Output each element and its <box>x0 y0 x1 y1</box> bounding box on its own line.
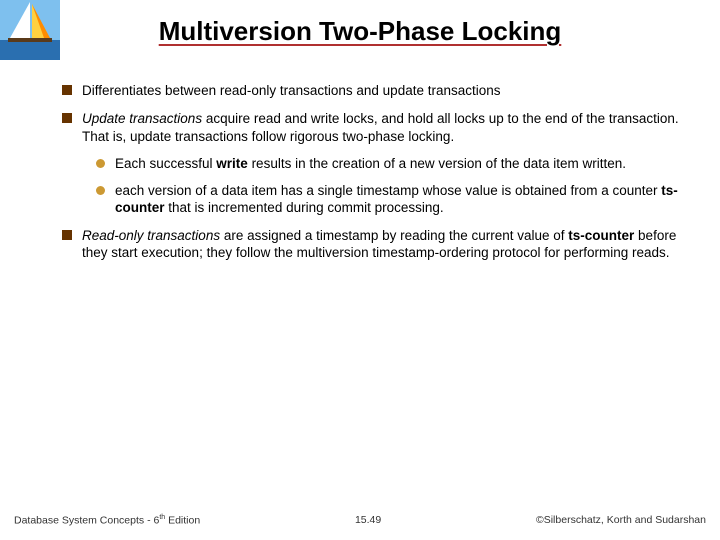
footer: Database System Concepts - 6th Edition 1… <box>0 514 720 527</box>
bullet-text: Update transactions acquire read and wri… <box>82 110 690 145</box>
bullet-dot-icon <box>96 186 105 195</box>
slide-title: Multiversion Two-Phase Locking <box>0 0 720 47</box>
sub-bullet-2: each version of a data item has a single… <box>96 182 690 217</box>
sub-bullets: Each successful write results in the cre… <box>96 155 690 217</box>
bullet-square-icon <box>62 85 72 95</box>
bullet-text: Read-only transactions are assigned a ti… <box>82 227 690 262</box>
text: each version of a data item has a single… <box>115 183 661 198</box>
logo-image <box>0 0 60 60</box>
text: results in the creation of a new version… <box>248 156 626 171</box>
bullet-2: Update transactions acquire read and wri… <box>62 110 690 145</box>
bold-text: write <box>216 156 248 171</box>
italic-text: Read-only transactions <box>82 228 220 243</box>
bullet-square-icon <box>62 230 72 240</box>
text: Edition <box>165 514 200 526</box>
bullet-text: Differentiates between read-only transac… <box>82 82 501 99</box>
bold-text: ts-counter <box>568 228 634 243</box>
slide-content: Differentiates between read-only transac… <box>62 82 690 261</box>
text: Each successful <box>115 156 216 171</box>
bullet-3: Read-only transactions are assigned a ti… <box>62 227 690 262</box>
italic-text: Update transactions <box>82 111 202 126</box>
footer-right: ©Silberschatz, Korth and Sudarshan <box>536 514 706 527</box>
footer-center: 15.49 <box>355 514 381 527</box>
footer-left: Database System Concepts - 6th Edition <box>14 514 200 527</box>
sub-bullet-1: Each successful write results in the cre… <box>96 155 690 172</box>
text: are assigned a timestamp by reading the … <box>220 228 568 243</box>
text: that is incremented during commit proces… <box>165 200 444 215</box>
bullet-dot-icon <box>96 159 105 168</box>
sub-bullet-text: each version of a data item has a single… <box>115 182 690 217</box>
sub-bullet-text: Each successful write results in the cre… <box>115 155 626 172</box>
bullet-1: Differentiates between read-only transac… <box>62 82 690 99</box>
bullet-square-icon <box>62 113 72 123</box>
text: Database System Concepts - 6 <box>14 514 159 526</box>
